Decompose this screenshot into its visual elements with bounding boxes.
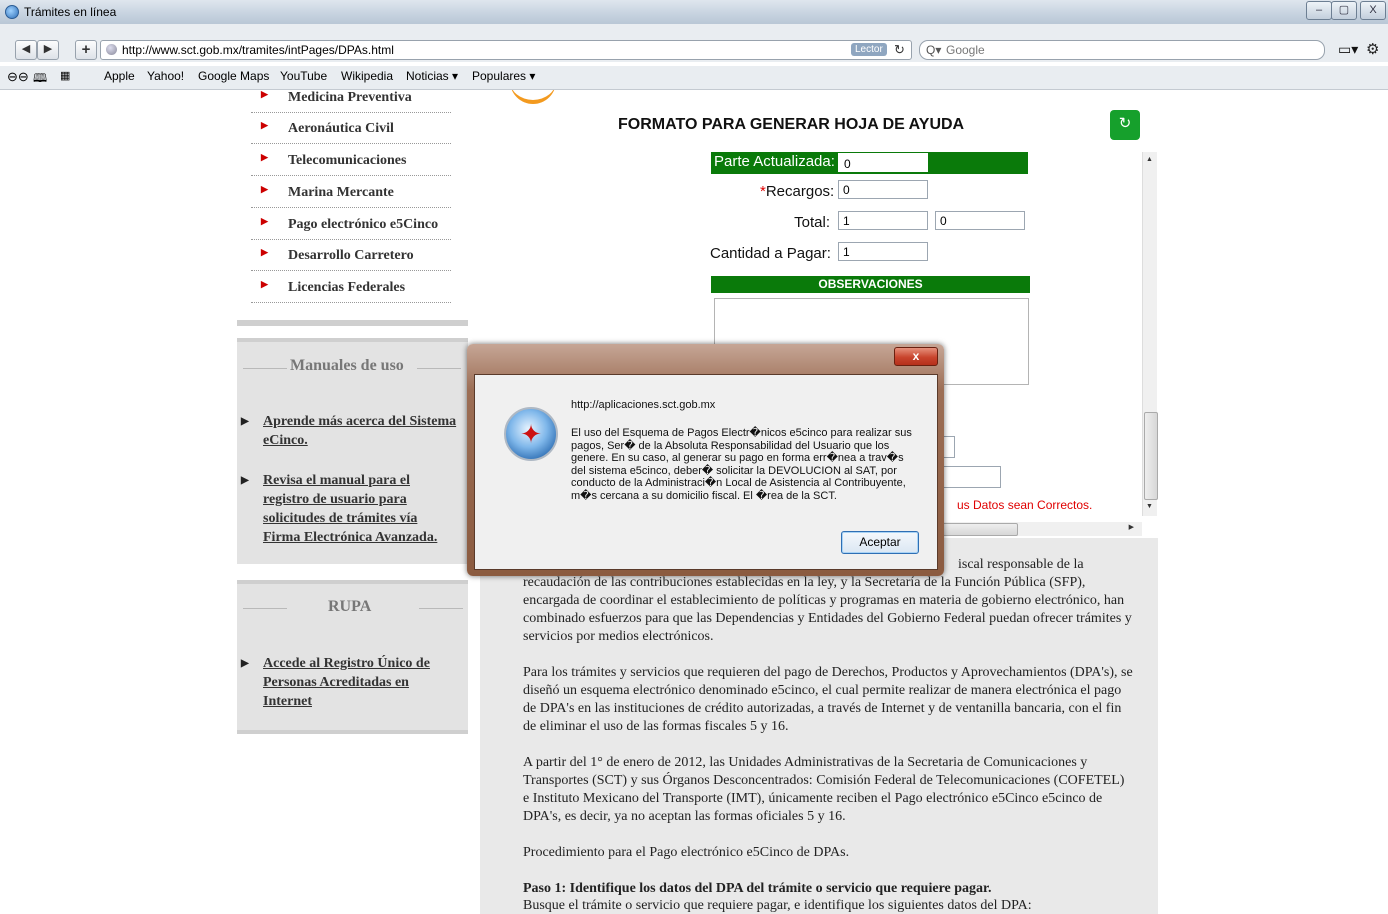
bookmark-youtube[interactable]: YouTube <box>280 69 327 83</box>
rupa-title: RUPA <box>328 598 372 615</box>
bookmarks-bar: ⊖⊖ 🕮 ▦ Apple Yahoo! Google Maps YouTube … <box>0 66 1388 90</box>
menu-item-telecomunicaciones[interactable]: ▶ Telecomunicaciones <box>251 147 451 176</box>
bookmark-apple[interactable]: Apple <box>104 69 135 83</box>
bullet-arrow-icon: ▶ <box>261 120 268 130</box>
back-button[interactable]: ◀ <box>15 40 37 60</box>
title-rule <box>417 368 461 369</box>
parte-actualizada-input[interactable]: 0 <box>838 153 928 172</box>
safari-compass-icon: ✦ <box>504 407 558 461</box>
search-icon: Q▾ <box>926 43 942 57</box>
bookmarks-book-icon[interactable]: 🕮 <box>33 69 47 90</box>
paragraph-1-start: iscal responsable de la <box>958 557 1084 572</box>
paragraph-4: Procedimiento para el Pago electrónico e… <box>523 845 850 860</box>
search-field[interactable]: Q▾ Google <box>919 40 1325 60</box>
total-input[interactable]: 1 <box>838 211 928 230</box>
e5cinco-logo-icon: ↻ <box>1110 110 1140 140</box>
window-title: Trámites en línea <box>24 5 117 19</box>
top-sites-grid-icon[interactable]: ▦ <box>60 69 70 82</box>
paragraph-1: recaudación de las contribuciones establ… <box>523 575 1132 644</box>
form-title: FORMATO PARA GENERAR HOJA DE AYUDA <box>618 116 965 133</box>
page-menu-icon[interactable]: ▭▾ <box>1338 41 1358 58</box>
bookmark-wikipedia[interactable]: Wikipedia <box>341 69 393 83</box>
hidden-field-2[interactable] <box>935 466 1001 488</box>
bookmark-yahoo[interactable]: Yahoo! <box>147 69 184 83</box>
bookmark-noticias[interactable]: Noticias ▾ <box>406 69 458 83</box>
menu-item-medicina[interactable]: ▶ Medicina Preventiva <box>251 90 451 113</box>
parte-actualizada-label: Parte Actualizada: <box>714 153 835 170</box>
bullet-arrow-icon: ▶ <box>261 90 268 99</box>
horizontal-scrollbar[interactable]: ▶ <box>920 522 1142 536</box>
sct-logo-icon <box>510 90 556 104</box>
cantidad-input[interactable]: 1 <box>838 242 928 261</box>
total-label: Total: <box>794 214 830 231</box>
scroll-up-icon[interactable]: ▲ <box>1146 156 1153 163</box>
link-triangle-icon: ▶ <box>241 658 249 669</box>
title-rule <box>419 608 463 609</box>
scroll-down-icon[interactable]: ▼ <box>1146 503 1153 510</box>
add-bookmark-button[interactable]: + <box>75 40 97 60</box>
toolbar-background <box>0 24 1388 38</box>
bookmark-populares[interactable]: Populares ▾ <box>472 69 535 83</box>
bookmark-google-maps[interactable]: Google Maps <box>198 69 269 83</box>
close-window-button[interactable]: X <box>1360 1 1386 20</box>
gear-icon[interactable]: ⚙ <box>1366 40 1379 58</box>
accept-button[interactable]: Aceptar <box>841 531 919 554</box>
bullet-arrow-icon: ▶ <box>261 216 268 226</box>
alert-dialog: x ✦ http://aplicaciones.sct.gob.mx El us… <box>467 344 944 576</box>
left-sidebar: ▶ Medicina Preventiva ▶ Aeronáutica Civil … <box>237 90 468 780</box>
title-rule <box>243 608 287 609</box>
address-bar[interactable]: http://www.sct.gob.mx/tramites/intPages/… <box>100 40 912 60</box>
reader-button[interactable]: Lector <box>851 43 887 56</box>
bullet-arrow-icon: ▶ <box>261 184 268 194</box>
dialog-close-button[interactable]: x <box>894 347 938 366</box>
cantidad-label: Cantidad a Pagar: <box>710 245 831 262</box>
scroll-thumb[interactable] <box>1144 412 1158 500</box>
menu-item-e5cinco[interactable]: ▶ Pago electrónico e5Cinco <box>251 211 451 240</box>
address-url[interactable]: http://www.sct.gob.mx/tramites/intPages/… <box>122 43 394 57</box>
maximize-button[interactable]: ▢ <box>1331 1 1357 20</box>
manual-link-ecinco[interactable]: ▶ Aprende más acerca del Sistema eCinco. <box>241 412 461 450</box>
safari-favicon-icon <box>5 5 19 19</box>
bullet-arrow-icon: ▶ <box>261 279 268 289</box>
forward-button[interactable]: ▶ <box>37 40 59 60</box>
manuales-title: Manuales de uso <box>290 357 404 374</box>
total-input-2[interactable]: 0 <box>935 211 1025 230</box>
scroll-right-icon[interactable]: ▶ <box>1129 523 1134 531</box>
warning-text: us Datos sean Correctos. <box>957 498 1093 512</box>
paso-1-title: Paso 1: Identifique los datos del DPA de… <box>523 881 992 896</box>
menu-item-licencias[interactable]: ▶ Licencias Federales <box>251 274 451 303</box>
bullet-arrow-icon: ▶ <box>261 152 268 162</box>
dialog-body: ✦ http://aplicaciones.sct.gob.mx El uso … <box>474 374 938 570</box>
menu-item-aeronautica[interactable]: ▶ Aeronáutica Civil <box>251 115 451 144</box>
observaciones-header: OBSERVACIONES <box>711 276 1030 293</box>
menu-item-marina[interactable]: ▶ Marina Mercante <box>251 179 451 208</box>
vertical-scrollbar[interactable]: ▲ ▼ <box>1142 152 1158 516</box>
rupa-link[interactable]: ▶ Accede al Registro Único de Personas A… <box>241 654 451 711</box>
rupa-box: RUPA ▶ Accede al Registro Único de Perso… <box>237 580 468 734</box>
manuales-box: Manuales de uso ▶ Aprende más acerca del… <box>237 338 468 564</box>
recargos-label: *Recargos: <box>760 183 835 200</box>
minimize-button[interactable]: – <box>1306 1 1332 20</box>
title-rule <box>243 368 287 369</box>
recargos-input[interactable]: 0 <box>838 180 928 199</box>
globe-icon <box>106 44 117 55</box>
title-bar: Trámites en línea – ▢ X <box>0 0 1388 25</box>
reload-icon[interactable]: ↻ <box>894 42 905 58</box>
menu-item-carretero[interactable]: ▶ Desarrollo Carretero <box>251 242 451 271</box>
paso-1-text: Busque el trámite o servicio que requier… <box>523 898 1032 913</box>
manual-link-registro[interactable]: ▶ Revisa el manual para el registro de u… <box>241 471 451 547</box>
search-placeholder: Google <box>946 43 985 57</box>
bullet-arrow-icon: ▶ <box>261 247 268 257</box>
paragraph-2: Para los trámites y servicios que requie… <box>523 665 1133 734</box>
paragraph-3: A partir del 1° de enero de 2012, las Un… <box>523 755 1125 824</box>
link-triangle-icon: ▶ <box>241 475 249 486</box>
menu-divider <box>237 320 468 326</box>
link-triangle-icon: ▶ <box>241 416 249 427</box>
dialog-message: El uso del Esquema de Pagos Electr�nicos… <box>571 427 912 502</box>
reading-list-icon[interactable]: ⊖⊖ <box>7 69 29 85</box>
dialog-host: http://aplicaciones.sct.gob.mx <box>571 399 716 411</box>
